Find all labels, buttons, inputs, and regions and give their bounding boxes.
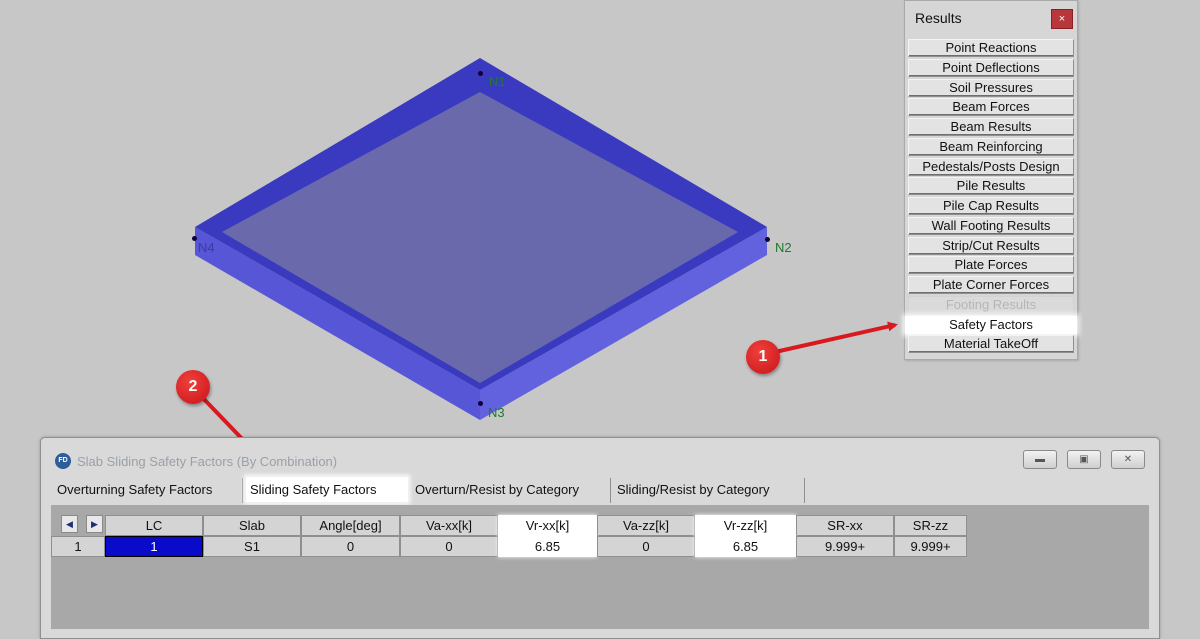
dialog-title: Slab Sliding Safety Factors (By Combinat…	[77, 454, 338, 469]
table-cell-va-xx-k[interactable]: 0	[400, 536, 498, 557]
results-panel: Results × Point Reactions Point Deflectio…	[904, 0, 1078, 360]
results-item-point-deflections[interactable]: Point Deflections	[908, 58, 1074, 77]
column-header-va-zz-k[interactable]: Va-zz[k]	[597, 515, 695, 536]
table-cell-angle-deg[interactable]: 0	[301, 536, 400, 557]
table-cell-lc[interactable]: 1	[105, 536, 203, 557]
table-cell-slab[interactable]: S1	[203, 536, 301, 557]
node-n3-dot	[478, 401, 483, 406]
callout-1-badge: 1	[746, 340, 780, 374]
close-icon[interactable]: ×	[1051, 9, 1073, 29]
scroll-left-icon[interactable]: ◀	[61, 515, 78, 533]
table-cell-vr-zz-k[interactable]: 6.85	[695, 536, 796, 557]
restore-icon[interactable]: ▣	[1067, 450, 1101, 469]
table-cell-sr-zz[interactable]: 9.999+	[894, 536, 967, 557]
column-header-vr-zz-k[interactable]: Vr-zz[k]	[695, 515, 796, 536]
table-cell-sr-xx[interactable]: 9.999+	[796, 536, 894, 557]
results-item-wall-footing-results[interactable]: Wall Footing Results	[908, 216, 1074, 235]
tab-sliding-safety-factors[interactable]: Sliding Safety Factors	[245, 476, 409, 503]
results-item-point-reactions[interactable]: Point Reactions	[908, 39, 1074, 57]
column-header-sr-zz[interactable]: SR-zz	[894, 515, 967, 536]
node-label-n4: N4	[198, 240, 215, 255]
app-icon: FD	[55, 453, 71, 469]
results-item-soil-pressures[interactable]: Soil Pressures	[908, 78, 1074, 97]
results-grid: ◀ ▶ LC Slab Angle[deg] Va-xx[k] Vr-xx[k] Va-z…	[51, 505, 1149, 629]
column-header-angle-deg[interactable]: Angle[deg]	[301, 515, 400, 536]
results-item-footing-results: Footing Results	[908, 295, 1074, 314]
column-header-slab[interactable]: Slab	[203, 515, 301, 536]
column-header-lc[interactable]: LC	[105, 515, 203, 536]
results-item-beam-results[interactable]: Beam Results	[908, 118, 1074, 136]
results-item-plate-corner-forces[interactable]: Plate Corner Forces	[908, 276, 1074, 294]
results-item-strip-cut-results[interactable]: Strip/Cut Results	[908, 236, 1074, 255]
results-panel-title: Results	[915, 10, 962, 26]
results-list: Point Reactions Point Deflections Soil Pre…	[905, 39, 1077, 355]
results-item-plate-forces[interactable]: Plate Forces	[908, 256, 1074, 275]
results-item-material-takeoff[interactable]: Material TakeOff	[908, 335, 1074, 354]
dialog-titlebar[interactable]: FD Slab Sliding Safety Factors (By Combi…	[41, 438, 1159, 470]
node-n2-dot	[765, 237, 770, 242]
results-item-pedestals-posts-design[interactable]: Pedestals/Posts Design	[908, 157, 1074, 176]
callout-2-badge: 2	[176, 370, 210, 404]
tab-overturning-safety-factors[interactable]: Overturning Safety Factors	[53, 478, 243, 503]
node-label-n1: N1	[489, 74, 506, 89]
minimize-icon[interactable]: ▬	[1023, 450, 1057, 469]
results-item-pile-cap-results[interactable]: Pile Cap Results	[908, 197, 1074, 215]
node-n4-dot	[192, 236, 197, 241]
column-header-va-xx-k[interactable]: Va-xx[k]	[400, 515, 498, 536]
results-item-pile-results[interactable]: Pile Results	[908, 177, 1074, 196]
results-item-safety-factors[interactable]: Safety Factors	[905, 315, 1077, 334]
results-item-beam-forces[interactable]: Beam Forces	[908, 98, 1074, 117]
node-label-n3: N3	[488, 405, 505, 420]
column-header-vr-xx-k[interactable]: Vr-xx[k]	[498, 515, 597, 536]
safety-factors-dialog: FD Slab Sliding Safety Factors (By Combi…	[40, 437, 1160, 639]
tab-overturn-resist-by-category[interactable]: Overturn/Resist by Category	[411, 478, 611, 503]
column-header-sr-xx[interactable]: SR-xx	[796, 515, 894, 536]
row-number-cell[interactable]: 1	[51, 536, 105, 557]
table-cell-va-zz-k[interactable]: 0	[597, 536, 695, 557]
node-label-n2: N2	[775, 240, 792, 255]
results-item-beam-reinforcing[interactable]: Beam Reinforcing	[908, 137, 1074, 156]
close-icon[interactable]: ✕	[1111, 450, 1145, 469]
tab-sliding-resist-by-category[interactable]: Sliding/Resist by Category	[613, 478, 805, 503]
node-n1-dot	[478, 71, 483, 76]
scroll-right-icon[interactable]: ▶	[86, 515, 103, 533]
table-cell-vr-xx-k[interactable]: 6.85	[498, 536, 597, 557]
